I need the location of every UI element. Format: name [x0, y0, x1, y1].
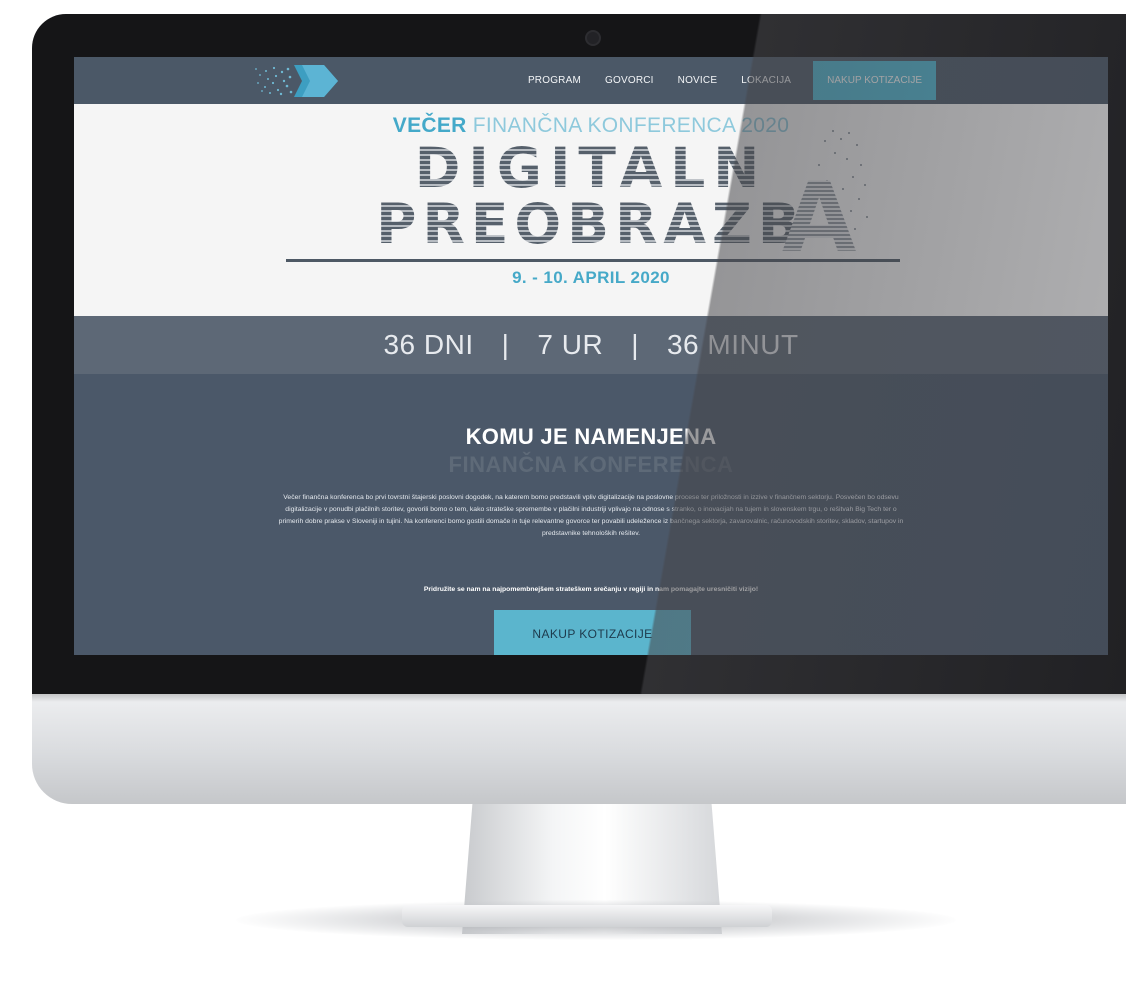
webcam-icon	[585, 30, 601, 46]
hero-title-ghost-letter: A	[782, 162, 857, 274]
about-section: KOMU JE NAMENJENA FINANČNA KONFERENCA Ve…	[74, 374, 1108, 655]
hero-section: VEČER FINANČNA KONFERENCA 2020 DIGITALN …	[74, 104, 1108, 316]
pixel-arrow-logo-icon[interactable]	[252, 63, 340, 99]
nav-buy-ticket-button[interactable]: NAKUP KOTIZACIJE	[813, 61, 936, 100]
nav-menu: PROGRAM GOVORCI NOVICE LOKACIJA NAKUP KO…	[504, 57, 936, 104]
buy-ticket-button[interactable]: NAKUP KOTIZACIJE	[494, 610, 691, 655]
countdown-days: 36 DNI	[383, 329, 474, 360]
nav-item-govorci[interactable]: GOVORCI	[605, 75, 654, 86]
monitor-stand-foot	[402, 905, 772, 927]
countdown-separator: |	[501, 329, 510, 360]
hero-title-line1: DIGITALN	[74, 136, 1108, 200]
countdown-bar: 36 DNI | 7 UR | 36 MINUT	[74, 316, 1108, 374]
event-date: 9. - 10. APRIL 2020	[512, 268, 670, 287]
hero-divider	[286, 259, 900, 262]
countdown-minutes: 36 MINUT	[666, 329, 799, 360]
conference-kicker: VEČER FINANČNA KONFERENCA 2020	[74, 114, 1108, 138]
monitor-chin	[32, 694, 1126, 804]
about-heading: KOMU JE NAMENJENA	[465, 424, 717, 449]
nav-item-program[interactable]: PROGRAM	[528, 75, 581, 86]
top-navbar: PROGRAM GOVORCI NOVICE LOKACIJA NAKUP KO…	[74, 57, 1108, 104]
countdown-separator: |	[631, 329, 639, 360]
kicker-brand: VEČER	[392, 114, 467, 137]
about-subheading: FINANČNA KONFERENCA	[448, 452, 734, 477]
website-screen: PROGRAM GOVORCI NOVICE LOKACIJA NAKUP KO…	[74, 57, 1108, 655]
nav-item-novice[interactable]: NOVICE	[678, 75, 718, 86]
chin-shadow	[32, 694, 1126, 702]
nav-item-lokacija[interactable]: LOKACIJA	[741, 75, 791, 86]
about-body-text: Večer finančna konferenca bo prvi tovrst…	[278, 494, 904, 537]
hero-title-line2: PREOBRAZB	[74, 192, 1108, 256]
countdown-hours: 7 UR	[537, 329, 604, 360]
about-call-to-action-text: Pridružite se nam na najpomembnejšem str…	[423, 586, 759, 593]
